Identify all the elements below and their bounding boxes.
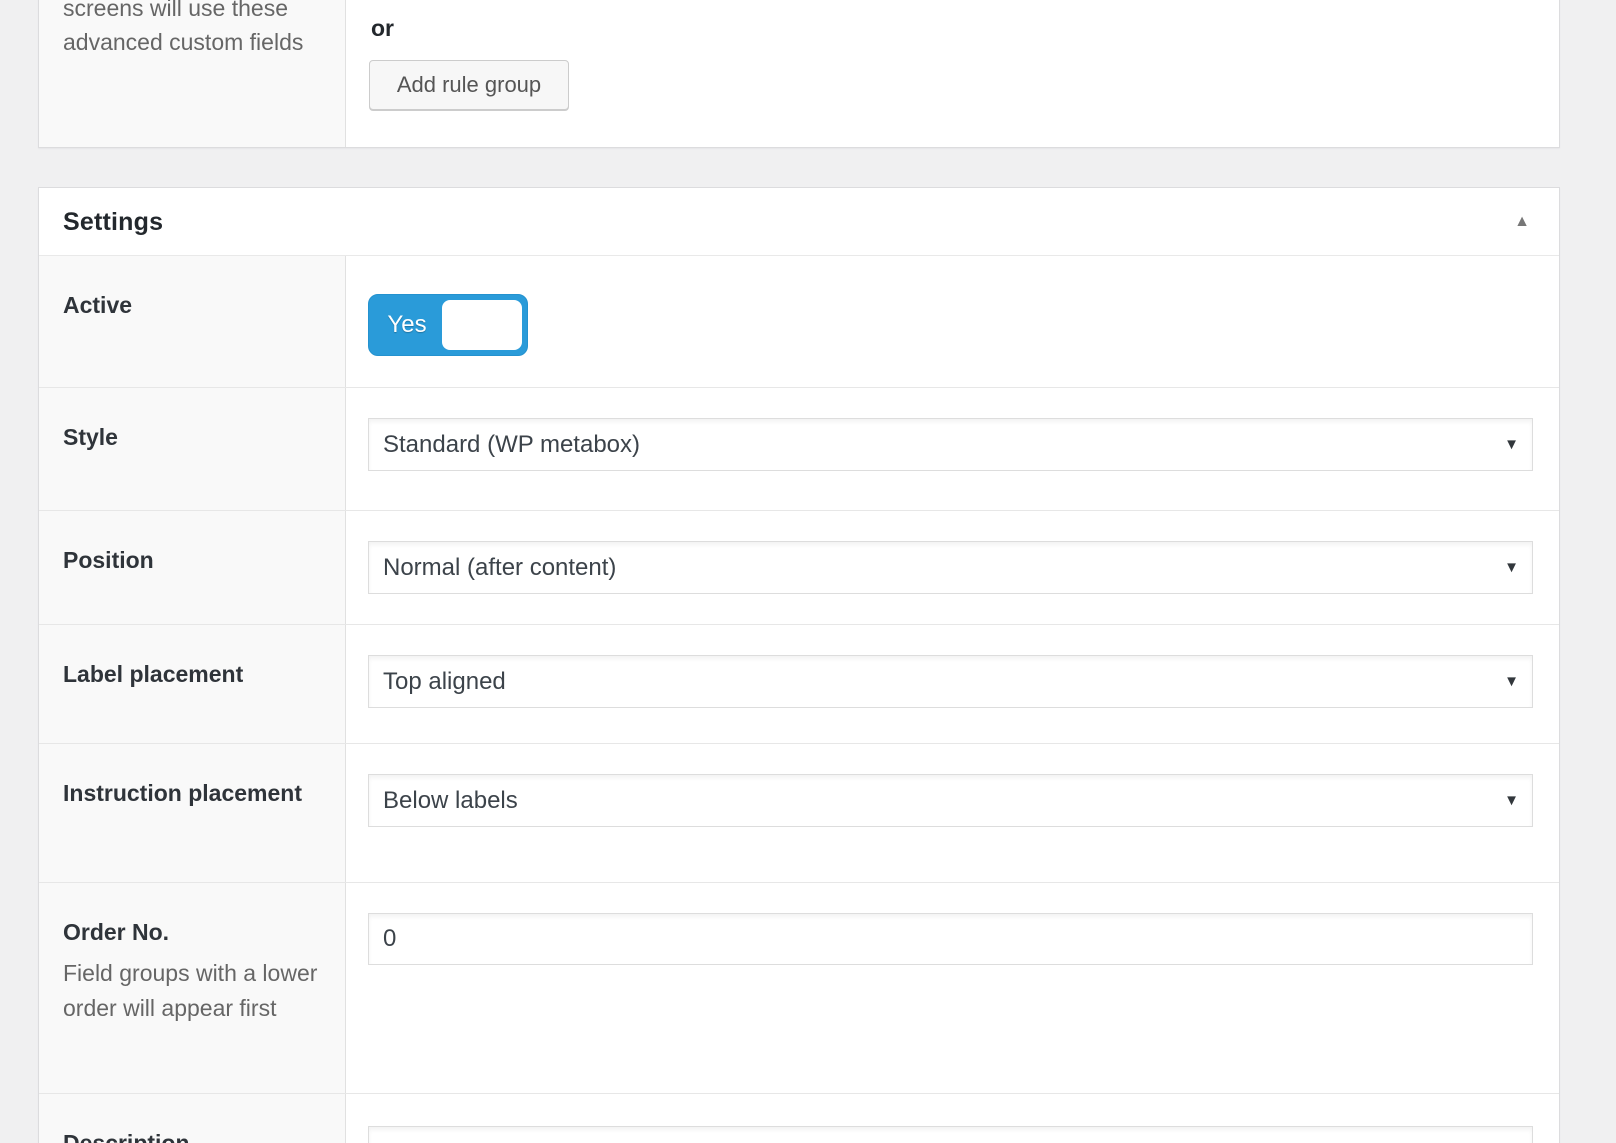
- active-toggle[interactable]: Yes: [368, 294, 528, 356]
- collapse-arrow-icon: ▲: [1514, 213, 1530, 230]
- or-separator-label: or: [371, 15, 394, 42]
- setting-row-active: Active Yes: [39, 256, 1559, 388]
- style-control-cell: Standard (WP metabox) ▼: [346, 388, 1559, 510]
- order-label: Order No.: [63, 915, 325, 950]
- position-label-cell: Position: [39, 511, 346, 624]
- instruction-placement-select-value: Below labels: [383, 787, 518, 814]
- label-placement-select-value: Top aligned: [383, 668, 506, 695]
- style-label-cell: Style: [39, 388, 346, 510]
- active-label: Active: [63, 288, 325, 323]
- location-rules-panel: screens will use these advanced custom f…: [38, 0, 1560, 148]
- order-label-cell: Order No. Field groups with a lower orde…: [39, 883, 346, 1093]
- instruction-placement-label-cell: Instruction placement: [39, 744, 346, 882]
- settings-panel: Settings ▲ Active Yes Style Standard (WP…: [38, 187, 1560, 1143]
- label-placement-label: Label placement: [63, 657, 325, 692]
- style-select-value: Standard (WP metabox): [383, 431, 640, 458]
- active-toggle-state-text: Yes: [369, 295, 445, 355]
- position-control-cell: Normal (after content) ▼: [346, 511, 1559, 624]
- location-label-column: screens will use these advanced custom f…: [39, 0, 346, 147]
- style-label: Style: [63, 420, 325, 455]
- active-toggle-knob[interactable]: [442, 300, 522, 350]
- position-select-value: Normal (after content): [383, 554, 616, 581]
- setting-row-order: Order No. Field groups with a lower orde…: [39, 883, 1559, 1094]
- active-label-cell: Active: [39, 256, 346, 387]
- description-label: Description: [63, 1126, 325, 1143]
- label-placement-label-cell: Label placement: [39, 625, 346, 743]
- settings-panel-header: Settings ▲: [39, 188, 1559, 256]
- location-help-line2: advanced custom fields: [63, 25, 325, 59]
- instruction-placement-select[interactable]: Below labels ▼: [368, 774, 1533, 827]
- setting-row-description: Description: [39, 1094, 1559, 1143]
- description-input[interactable]: [368, 1126, 1533, 1143]
- location-help-text: screens will use these advanced custom f…: [63, 0, 325, 59]
- style-select[interactable]: Standard (WP metabox) ▼: [368, 418, 1533, 471]
- settings-panel-title: Settings: [63, 188, 163, 256]
- active-control-cell: Yes: [346, 256, 1559, 387]
- chevron-down-icon: ▼: [1504, 656, 1519, 707]
- setting-row-style: Style Standard (WP metabox) ▼: [39, 388, 1559, 511]
- label-placement-control-cell: Top aligned ▼: [346, 625, 1559, 743]
- order-description: Field groups with a lower order will app…: [63, 956, 325, 1026]
- position-select[interactable]: Normal (after content) ▼: [368, 541, 1533, 594]
- add-rule-group-button[interactable]: Add rule group: [369, 60, 569, 110]
- order-input[interactable]: [368, 913, 1533, 965]
- chevron-down-icon: ▼: [1504, 775, 1519, 826]
- location-help-line1: screens will use these: [63, 0, 325, 25]
- order-control-cell: [346, 883, 1559, 1093]
- setting-row-position: Position Normal (after content) ▼: [39, 511, 1559, 625]
- setting-row-instruction-placement: Instruction placement Below labels ▼: [39, 744, 1559, 883]
- chevron-down-icon: ▼: [1504, 542, 1519, 593]
- description-control-cell: [346, 1094, 1559, 1143]
- label-placement-select[interactable]: Top aligned ▼: [368, 655, 1533, 708]
- setting-row-label-placement: Label placement Top aligned ▼: [39, 625, 1559, 744]
- collapse-panel-button[interactable]: ▲: [1507, 188, 1537, 256]
- description-label-cell: Description: [39, 1094, 346, 1143]
- instruction-placement-control-cell: Below labels ▼: [346, 744, 1559, 882]
- chevron-down-icon: ▼: [1504, 419, 1519, 470]
- position-label: Position: [63, 543, 325, 578]
- instruction-placement-label: Instruction placement: [63, 776, 325, 811]
